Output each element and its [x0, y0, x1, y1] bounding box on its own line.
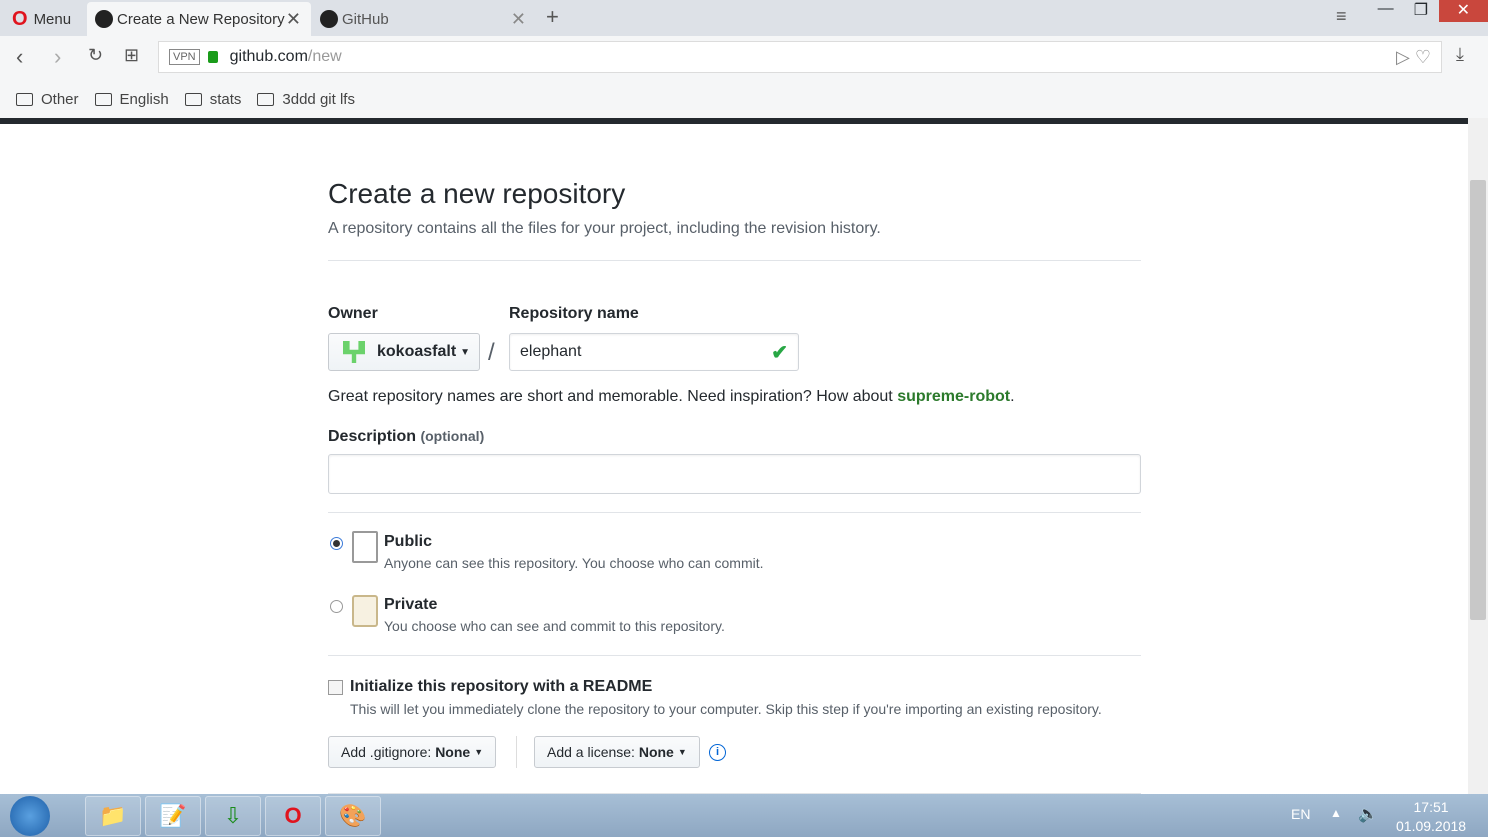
- tab-title: GitHub: [342, 10, 389, 28]
- bookmarks-bar: Other English stats 3ddd git lfs: [0, 80, 1488, 118]
- send-heart-icons[interactable]: ▷ ♡: [1396, 47, 1431, 68]
- restore-button[interactable]: ❐: [1403, 0, 1438, 22]
- folder-icon: [184, 92, 202, 106]
- lock-icon: [352, 595, 378, 627]
- repo-name-value: elephant: [520, 343, 582, 360]
- github-icon: [95, 10, 113, 28]
- repo-name-input[interactable]: elephant ✔: [509, 333, 799, 371]
- private-option[interactable]: Private You choose who can see and commit…: [384, 596, 725, 634]
- opera-logo-icon: O: [12, 7, 28, 30]
- vpn-badge[interactable]: VPN: [169, 49, 200, 65]
- folder-icon: [94, 92, 112, 106]
- url-input[interactable]: VPN github.com/new ▷ ♡: [158, 41, 1442, 73]
- menu-label: Menu: [33, 10, 72, 28]
- window-controls: — ❐ ✕: [1368, 0, 1488, 22]
- repo-name-label: Repository name: [509, 305, 639, 322]
- owner-label: Owner: [328, 305, 378, 322]
- tab-menu-icon[interactable]: ≡: [1336, 6, 1347, 27]
- download-icon[interactable]: ⤓: [1456, 44, 1464, 65]
- optional-label: (optional): [420, 428, 485, 444]
- tab-title: Create a New Repository: [117, 10, 285, 28]
- separator: /: [488, 339, 495, 366]
- close-tab-icon[interactable]: ✕: [511, 9, 526, 30]
- owner-value: kokoasfalt: [377, 343, 457, 360]
- speed-dial-icon[interactable]: ⊞: [124, 45, 139, 66]
- volume-icon[interactable]: 🔈: [1358, 804, 1378, 824]
- license-dropdown[interactable]: Add a license: None ▼: [534, 736, 700, 768]
- windows-taskbar: 📁 📝 ⇩ O 🎨 EN ▲ 🔈 17:51 01.09.2018: [0, 794, 1488, 837]
- page-title: Create a new repository: [328, 178, 626, 209]
- new-tab-button[interactable]: +: [546, 4, 559, 30]
- readme-checkbox[interactable]: [328, 680, 343, 695]
- reload-button[interactable]: ↻: [88, 45, 103, 66]
- notepad-taskbar-icon[interactable]: 📝: [145, 796, 201, 836]
- caret-down-icon: ▼: [474, 747, 484, 757]
- page-subtitle: A repository contains all the files for …: [328, 220, 881, 237]
- new-repo-form: Create a new repository A repository con…: [328, 124, 1141, 794]
- minimize-button[interactable]: —: [1368, 0, 1403, 22]
- folder-icon: [257, 92, 275, 106]
- git-taskbar-icon[interactable]: ⇩: [205, 796, 261, 836]
- scrollbar-thumb[interactable]: [1470, 180, 1486, 620]
- opera-menu-button[interactable]: O Menu: [4, 2, 79, 36]
- public-option[interactable]: Public Anyone can see this repository. Yo…: [384, 533, 764, 571]
- check-icon: ✔: [771, 341, 788, 364]
- description-label: Description: [328, 428, 417, 445]
- readme-label[interactable]: Initialize this repository with a README: [350, 678, 652, 696]
- paint-taskbar-icon[interactable]: 🎨: [325, 796, 381, 836]
- start-button[interactable]: [10, 796, 50, 836]
- explorer-taskbar-icon[interactable]: 📁: [85, 796, 141, 836]
- language-indicator[interactable]: EN: [1291, 806, 1310, 822]
- tab-bar: O Menu Create a New Repository ✕ GitHub ✕ +…: [0, 0, 1488, 36]
- clock[interactable]: 17:51 01.09.2018: [1396, 798, 1466, 836]
- page-scrollbar[interactable]: [1468, 118, 1488, 794]
- caret-down-icon: ▼: [677, 747, 687, 757]
- close-window-button[interactable]: ✕: [1438, 0, 1488, 22]
- forward-button[interactable]: ›: [54, 44, 61, 70]
- bookmark-item[interactable]: stats: [184, 91, 241, 108]
- public-radio[interactable]: [330, 537, 343, 550]
- bookmark-item[interactable]: 3ddd git lfs: [257, 91, 355, 108]
- private-radio[interactable]: [330, 600, 343, 613]
- readme-description: This will let you immediately clone the …: [350, 701, 1102, 717]
- tab-create-repo[interactable]: Create a New Repository ✕: [87, 2, 311, 36]
- gitignore-dropdown[interactable]: Add .gitignore: None ▼: [328, 736, 497, 768]
- bookmark-item[interactable]: English: [94, 91, 169, 108]
- bookmark-item[interactable]: Other: [16, 91, 79, 108]
- info-icon[interactable]: i: [709, 744, 726, 761]
- github-icon: [320, 10, 338, 28]
- lock-icon: [207, 51, 218, 63]
- owner-dropdown[interactable]: kokoasfalt ▼: [328, 333, 480, 371]
- url-host: github.com: [229, 48, 308, 65]
- tab-github[interactable]: GitHub ✕: [312, 2, 536, 36]
- description-input[interactable]: [328, 454, 1141, 494]
- divider: [516, 736, 517, 768]
- url-path: /new: [307, 48, 342, 65]
- avatar: [343, 341, 365, 363]
- back-button[interactable]: ‹: [16, 44, 23, 70]
- address-bar-row: ‹ › ↻ ⊞ VPN github.com/new ▷ ♡ ⤓: [0, 36, 1488, 80]
- tray-expand-icon[interactable]: ▲: [1330, 806, 1342, 820]
- caret-down-icon: ▼: [460, 346, 471, 358]
- close-tab-icon[interactable]: ✕: [286, 9, 301, 30]
- folder-icon: [16, 92, 33, 106]
- opera-taskbar-icon[interactable]: O: [265, 796, 321, 836]
- repo-book-icon: [352, 531, 378, 563]
